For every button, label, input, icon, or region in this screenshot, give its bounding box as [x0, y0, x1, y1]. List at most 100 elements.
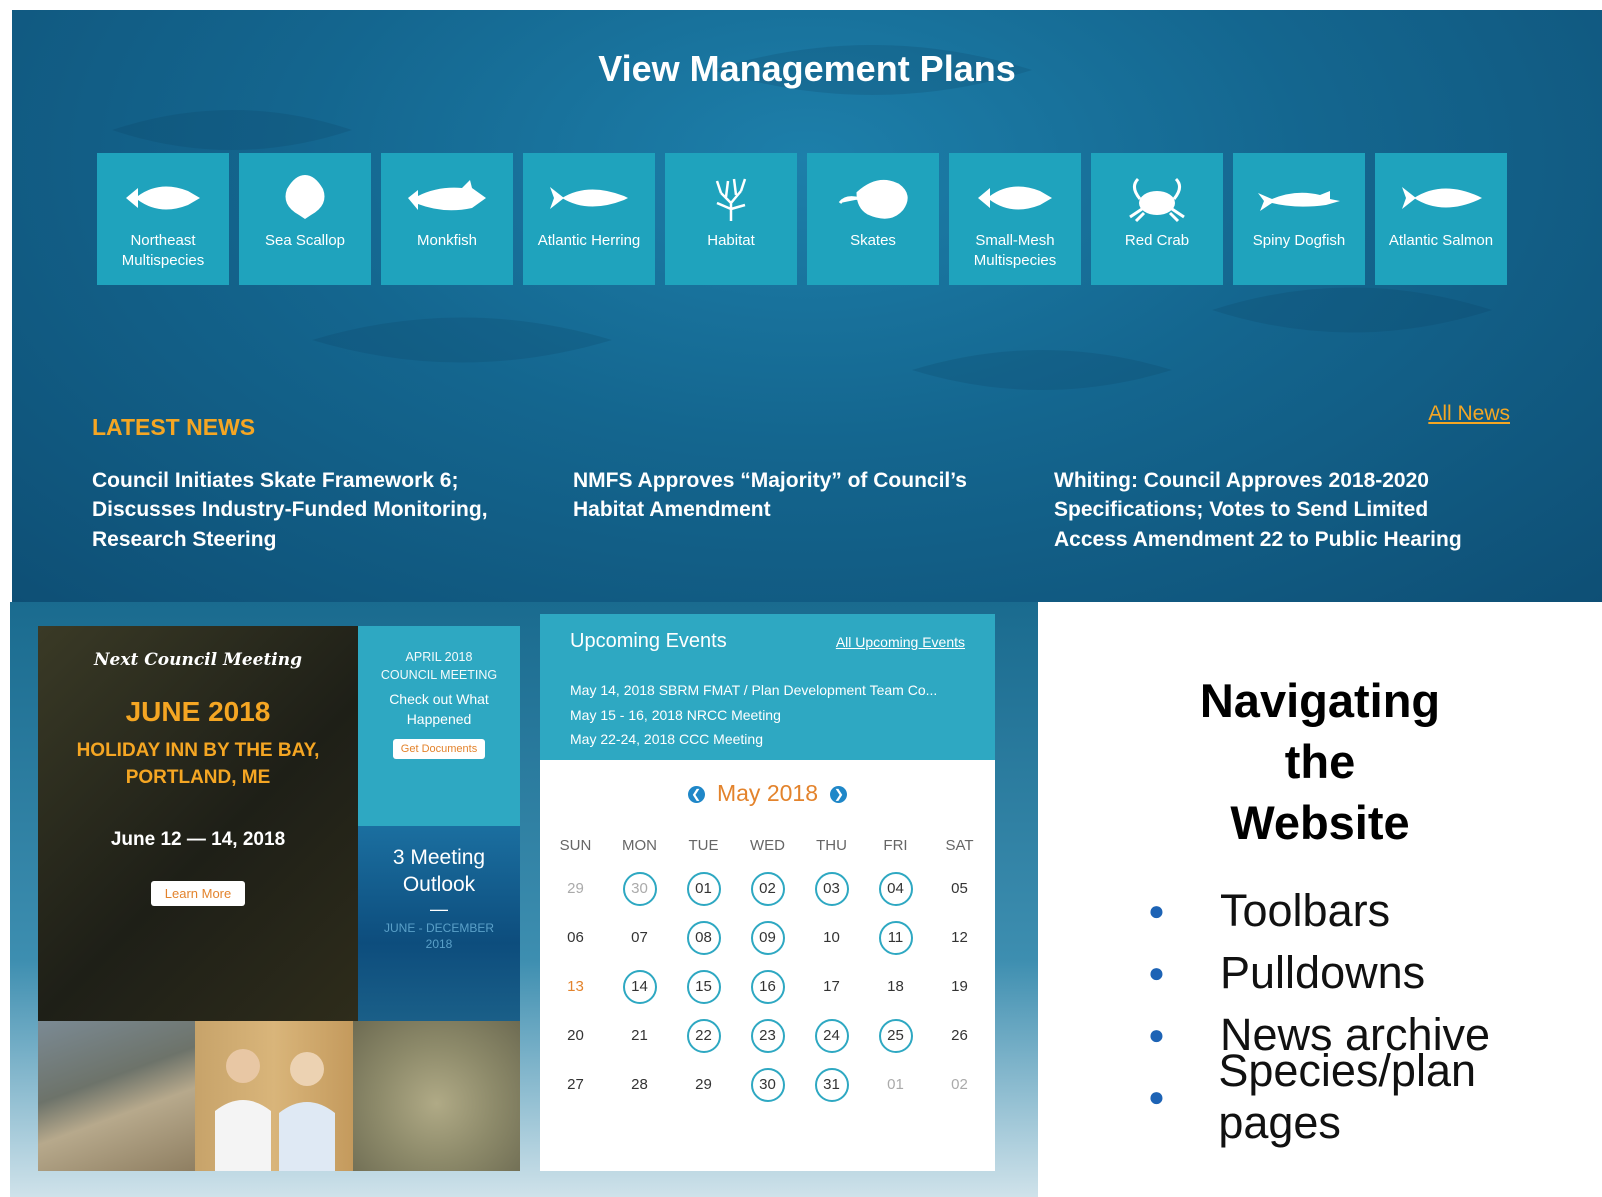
next-meeting-panel: Next Council Meeting JUNE 2018 HOLIDAY I…	[38, 626, 358, 1021]
calendar-day-event[interactable]: 02	[736, 867, 800, 910]
species-tile-habitat[interactable]: Habitat	[665, 153, 797, 285]
species-label: Atlantic Herring	[537, 232, 641, 249]
species-tile-small-mesh-multispecies[interactable]: Small-Mesh Multispecies	[949, 153, 1081, 285]
calendar-day-event[interactable]: 24	[800, 1014, 864, 1057]
calendar-day-event[interactable]: 01	[672, 867, 736, 910]
bullet-icon: ●	[1148, 1081, 1165, 1112]
calendar-day-event[interactable]: 16	[736, 965, 800, 1008]
species-label: Monkfish	[416, 232, 478, 249]
calendar-day: 02	[928, 1063, 992, 1106]
news-item[interactable]: Whiting: Council Approves 2018-2020 Spec…	[1054, 466, 1499, 554]
calendar-day: 29	[544, 867, 608, 910]
all-news-link[interactable]: All News	[1428, 402, 1510, 426]
event-item[interactable]: May 22-24, 2018 CCC Meeting	[570, 727, 937, 752]
page-title: View Management Plans	[598, 48, 1016, 89]
subtitle-line: Check out What	[389, 691, 489, 708]
people-silhouettes	[215, 1049, 335, 1171]
calendar-day: 18	[864, 965, 928, 1008]
slide-title-line: Website	[1230, 796, 1410, 850]
meeting-month: JUNE 2018	[125, 696, 271, 727]
slide-title: Navigating the Website	[1038, 670, 1602, 853]
species-label: Small-Mesh Multispecies	[973, 232, 1057, 269]
calendar-day: 21	[608, 1014, 672, 1057]
outlook-range: JUNE - DECEMBER 2018	[358, 920, 520, 954]
outlook-title: 3 Meeting Outlook	[358, 844, 520, 899]
calendar-month: May 2018	[716, 780, 818, 806]
calendar-day-number: 12	[951, 929, 968, 946]
calendar-day: 12	[928, 916, 992, 959]
all-upcoming-events-link[interactable]: All Upcoming Events	[836, 634, 965, 650]
calendar-day-number: 16	[750, 969, 785, 1004]
species-toolbar: Northeast Multispecies Sea Scallop Monkf…	[97, 153, 1507, 285]
calendar-day-event[interactable]: 15	[672, 965, 736, 1008]
calendar-day-number: 02	[750, 871, 785, 906]
outlook-range-line: JUNE - DECEMBER	[383, 920, 494, 935]
calendar-day-number: 25	[878, 1018, 913, 1053]
calendar-day: 26	[928, 1014, 992, 1057]
slide-bullet-list: ● Toolbars ● Pulldowns ● News archive ● Spec…	[1148, 880, 1602, 1148]
shark-icon	[1258, 191, 1340, 211]
calendar-day-event[interactable]: 03	[800, 867, 864, 910]
scallop-icon	[285, 175, 325, 219]
outlook-title-line: 3 Meeting	[392, 846, 486, 869]
photo-strip	[38, 1021, 520, 1171]
calendar-day-event[interactable]: 04	[864, 867, 928, 910]
learn-more-button[interactable]: Learn More	[150, 881, 246, 907]
calendar-day-number: 20	[567, 1027, 584, 1044]
species-label: Atlantic Salmon	[1388, 232, 1494, 249]
day-of-week-header: FRI	[883, 837, 908, 854]
skate-icon	[838, 179, 908, 219]
species-tile-northeast-multispecies[interactable]: Northeast Multispecies	[97, 153, 229, 285]
species-tile-atlantic-salmon[interactable]: Atlantic Salmon	[1375, 153, 1507, 285]
calendar-day-number: 09	[750, 920, 785, 955]
day-of-week-header: MON	[622, 837, 657, 854]
calendar-day-event[interactable]: 09	[736, 916, 800, 959]
species-tile-monkfish[interactable]: Monkfish	[381, 153, 513, 285]
calendar-day: 05	[928, 867, 992, 910]
species-label: Red Crab	[1124, 232, 1190, 249]
april-caption: APRIL 2018 COUNCIL MEETING	[358, 648, 520, 684]
event-item[interactable]: May 15 - 16, 2018 NRCC Meeting	[570, 703, 937, 728]
chevron-right-icon[interactable]: ❯	[830, 786, 848, 804]
bullet-text: Pulldowns	[1220, 947, 1426, 998]
news-item[interactable]: NMFS Approves “Majority” of Council’s Ha…	[573, 466, 1018, 554]
calendar-day-event[interactable]: 30	[608, 867, 672, 910]
day-of-week-header: SAT	[945, 837, 974, 854]
calendar-day-event[interactable]: 23	[736, 1014, 800, 1057]
chevron-left-icon[interactable]: ❮	[687, 786, 705, 804]
calendar-day-number: 28	[631, 1076, 648, 1093]
calendar-day: 07	[608, 916, 672, 959]
meeting-outlook-panel[interactable]: 3 Meeting Outlook — JUNE - DECEMBER 2018	[358, 826, 520, 1021]
day-of-week-header: THU	[816, 837, 847, 854]
calendar-day-event[interactable]: 11	[864, 916, 928, 959]
events-title: Upcoming Events	[570, 630, 727, 652]
calendar-day-number: 03	[814, 871, 849, 906]
slide-title-line: the	[1284, 735, 1356, 789]
fishing-boat-photo	[38, 1021, 195, 1171]
calendar-day: 20	[544, 1014, 608, 1057]
news-item[interactable]: Council Initiates Skate Framework 6; Dis…	[92, 466, 537, 554]
outlook-dash: —	[430, 898, 448, 919]
species-tile-sea-scallop[interactable]: Sea Scallop	[239, 153, 371, 285]
calendar-day-event[interactable]: 30	[736, 1063, 800, 1106]
species-tile-red-crab[interactable]: Red Crab	[1091, 153, 1223, 285]
species-tile-spiny-dogfish[interactable]: Spiny Dogfish	[1233, 153, 1365, 285]
calendar-day-number: 15	[686, 969, 721, 1004]
calendar-day-event[interactable]: 22	[672, 1014, 736, 1057]
day-of-week-header: SUN	[559, 837, 592, 854]
calendar-day-event[interactable]: 31	[800, 1063, 864, 1106]
species-tile-atlantic-herring[interactable]: Atlantic Herring	[523, 153, 655, 285]
calendar-day-event[interactable]: 14	[608, 965, 672, 1008]
species-tile-skates[interactable]: Skates	[807, 153, 939, 285]
event-item[interactable]: May 14, 2018 SBRM FMAT / Plan Developmen…	[570, 678, 937, 703]
calendar-day-number: 19	[951, 978, 968, 995]
calendar-day-number: 10	[823, 929, 840, 946]
calendar-day-number: 21	[631, 1027, 648, 1044]
species-label: Sea Scallop	[264, 232, 346, 249]
outlook-range-line: 2018	[425, 937, 453, 952]
calendar-day-number: 29	[695, 1076, 712, 1093]
calendar-day-event[interactable]: 25	[864, 1014, 928, 1057]
calendar-day-number: 30	[622, 871, 657, 906]
get-documents-button[interactable]: Get Documents	[392, 739, 486, 760]
calendar-day-event[interactable]: 08	[672, 916, 736, 959]
